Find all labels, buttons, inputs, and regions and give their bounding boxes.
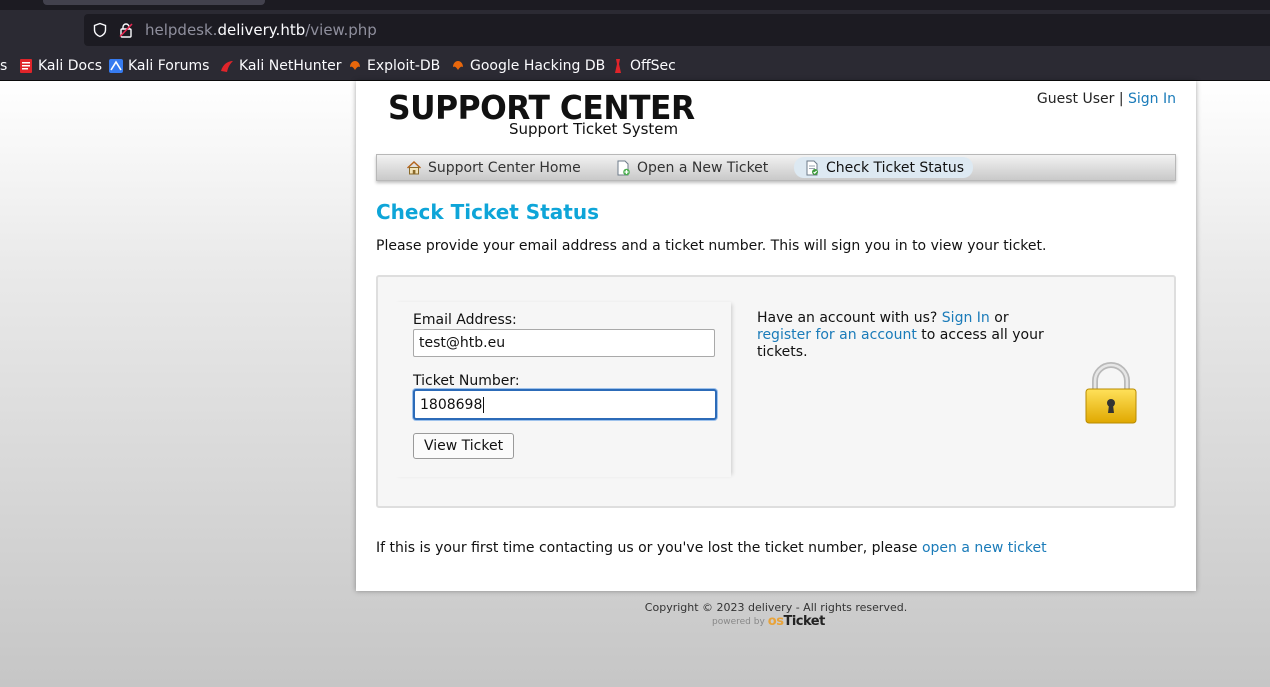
- page-title: Check Ticket Status: [376, 200, 599, 224]
- active-tab[interactable]: [43, 0, 265, 5]
- ticket-number-label: Ticket Number:: [413, 373, 520, 389]
- osticket-logo: osTicket: [767, 614, 826, 629]
- url-host: delivery.htb: [217, 21, 306, 39]
- new-ticket-note-text: If this is your first time contacting us…: [376, 540, 918, 556]
- intro-text: Please provide your email address and a …: [376, 238, 1047, 254]
- bookmark-item[interactable]: s: [0, 56, 7, 76]
- register-link[interactable]: register for an account: [757, 327, 917, 343]
- ticket-number-field[interactable]: 1808698: [413, 389, 717, 420]
- offsec-icon: [615, 59, 621, 73]
- bookmark-kali-docs[interactable]: Kali Docs: [18, 56, 102, 76]
- nav-label: Check Ticket Status: [826, 159, 964, 176]
- account-sign-in-link[interactable]: Sign In: [942, 310, 990, 326]
- new-ticket-icon: [617, 160, 630, 175]
- kali-forums-icon: [109, 59, 123, 73]
- view-ticket-button[interactable]: View Ticket: [413, 433, 515, 459]
- bookmark-label: Kali NetHunter: [239, 58, 342, 74]
- padlock-icon: [1085, 362, 1137, 424]
- browser-toolbar: helpdesk.delivery.htb/view.php: [0, 10, 1270, 50]
- open-new-ticket-link[interactable]: open a new ticket: [922, 540, 1047, 556]
- login-form-column: Email Address: Ticket Number: 1808698 Vi…: [393, 302, 731, 477]
- sign-in-link[interactable]: Sign In: [1128, 91, 1176, 107]
- bookmark-kali-forums[interactable]: Kali Forums: [108, 56, 209, 76]
- ghdb-icon: [453, 61, 463, 70]
- url-text: helpdesk.delivery.htb/view.php: [145, 21, 377, 39]
- check-status-form: Email Address: Ticket Number: 1808698 Vi…: [376, 275, 1176, 508]
- powered-by-osticket[interactable]: powered by osTicket: [712, 614, 825, 629]
- bookmarks-toolbar: s Kali Docs Kali Forums Kali NetHunter E…: [0, 50, 1270, 81]
- bookmark-offsec[interactable]: OffSec: [610, 56, 676, 76]
- tracking-shield-icon[interactable]: [92, 22, 108, 38]
- email-label: Email Address:: [413, 312, 517, 328]
- home-icon: [406, 160, 422, 174]
- email-field[interactable]: [413, 329, 715, 357]
- account-prefix: Have an account with us?: [757, 310, 938, 326]
- nav-label: Support Center Home: [428, 159, 581, 176]
- user-bar: Guest User | Sign In: [1037, 91, 1176, 107]
- site-logo-subtitle: Support Ticket System: [509, 120, 679, 138]
- bookmark-label: s: [0, 58, 8, 74]
- page-container: SUPPORT CENTER Support Ticket System Gue…: [356, 81, 1196, 591]
- osticket-logo-os: os: [767, 614, 784, 629]
- main-nav: Support Center Home Open a New Ticket Ch…: [376, 154, 1176, 181]
- bookmark-label: Kali Forums: [128, 58, 210, 74]
- bookmark-label: Exploit-DB: [367, 58, 441, 74]
- kali-nethunter-icon: [221, 61, 233, 72]
- nav-check-ticket-status[interactable]: Check Ticket Status: [794, 157, 973, 178]
- nav-open-new-ticket[interactable]: Open a New Ticket: [605, 157, 777, 178]
- account-info: Have an account with us? Sign In or regi…: [757, 310, 1057, 361]
- ticket-status-icon: [806, 160, 818, 175]
- kali-docs-icon: [20, 59, 32, 73]
- guest-user-label: Guest User: [1036, 91, 1115, 107]
- tab-strip: [0, 0, 1270, 10]
- copyright-text: Copyright © 2023 delivery - All rights r…: [644, 601, 908, 614]
- bookmark-label: Google Hacking DB: [470, 58, 606, 74]
- nav-support-center-home[interactable]: Support Center Home: [396, 157, 590, 178]
- exploit-db-icon: [350, 61, 360, 70]
- ticket-number-value: 1808698: [420, 396, 483, 413]
- bookmark-label: OffSec: [630, 58, 676, 74]
- url-bar[interactable]: helpdesk.delivery.htb/view.php: [84, 14, 1270, 46]
- new-ticket-note: If this is your first time contacting us…: [376, 540, 1047, 556]
- bookmark-exploit-db[interactable]: Exploit-DB: [347, 56, 440, 76]
- separator: |: [1118, 91, 1124, 107]
- bookmark-kali-nethunter[interactable]: Kali NetHunter: [219, 56, 341, 76]
- account-or: or: [994, 310, 1009, 326]
- insecure-lock-icon[interactable]: [118, 22, 134, 38]
- bookmark-label: Kali Docs: [38, 58, 103, 74]
- url-host-prefix: helpdesk.: [145, 21, 218, 39]
- url-path: /view.php: [305, 21, 377, 39]
- powered-by-label: powered by: [712, 617, 765, 627]
- nav-label: Open a New Ticket: [637, 159, 769, 176]
- bookmark-google-hacking-db[interactable]: Google Hacking DB: [450, 56, 605, 76]
- text-caret: [483, 396, 485, 413]
- osticket-logo-ticket: Ticket: [783, 614, 825, 629]
